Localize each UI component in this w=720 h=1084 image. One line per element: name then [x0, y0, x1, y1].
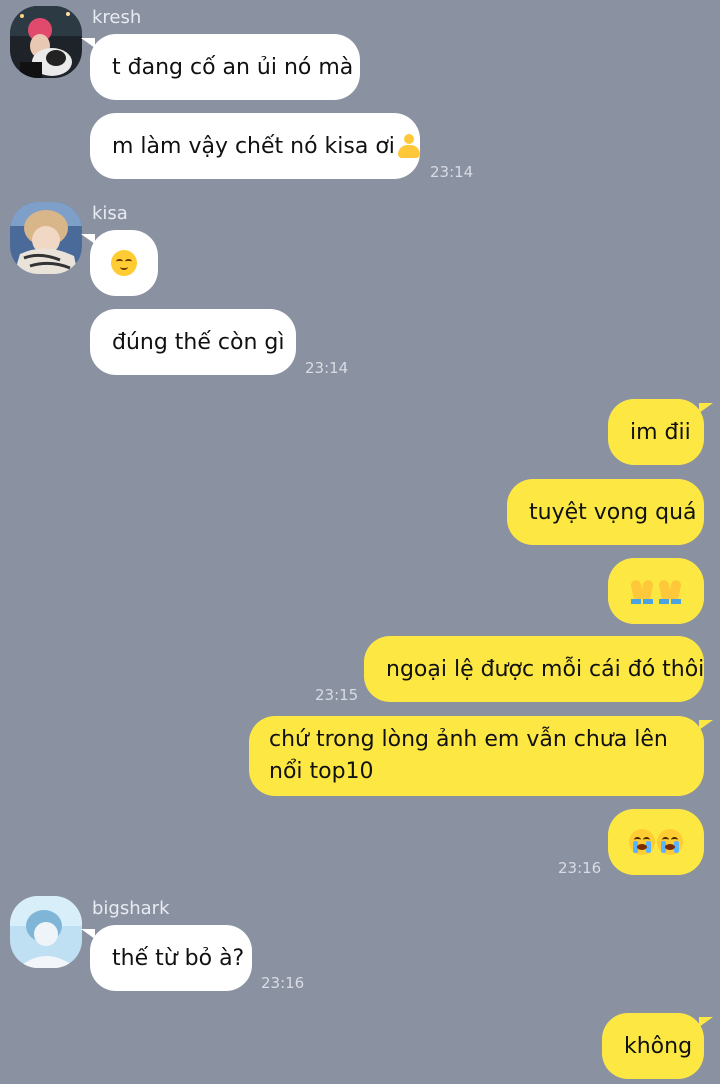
message-text: thế từ bỏ à? — [112, 945, 245, 971]
message-text: m làm vậy chết nó kisa ơi — [112, 133, 395, 159]
avatar-kisa[interactable] — [10, 202, 82, 274]
timestamp: 23:16 — [261, 974, 305, 992]
message-text: đúng thế còn gì — [112, 329, 285, 355]
folded-hands-emoji — [658, 578, 682, 604]
avatar-bigshark[interactable] — [10, 896, 82, 968]
message-text: ngoại lệ được mỗi cái đó thôi — [386, 656, 705, 682]
loudly-crying-face-emoji — [629, 829, 655, 855]
message-text: tuyệt vọng quá — [529, 499, 697, 525]
relieved-face-emoji — [111, 250, 137, 276]
chat-area[interactable]: kresh t đang cố an ủi nó mà m làm vậy ch… — [0, 0, 720, 1084]
message-text: không — [624, 1033, 693, 1059]
message-text: chứ trong lòng ảnh em vẫn chưa lên nổi t… — [269, 727, 668, 784]
message-bubble[interactable]: t đang cố an ủi nó mà — [81, 34, 360, 100]
loudly-crying-face-emoji — [657, 829, 683, 855]
timestamp: 23:16 — [558, 859, 602, 877]
message-bubble[interactable]: ngoại lệ được mỗi cái đó thôi — [364, 636, 704, 702]
message-bubble[interactable]: m làm vậy chết nó kisa ơi — [90, 113, 420, 179]
message-text: im đii — [630, 419, 691, 445]
message-bubble[interactable]: chứ trong lòng ảnh em vẫn chưa lên nổi t… — [249, 716, 713, 796]
timestamp: 23:14 — [305, 359, 349, 377]
sender-name-kresh: kresh — [92, 7, 142, 28]
message-bubble[interactable]: đúng thế còn gì — [90, 309, 296, 375]
person-in-lotus-emoji — [397, 133, 420, 159]
message-bubble[interactable]: không — [602, 1013, 713, 1079]
sender-name-bigshark: bigshark — [92, 898, 170, 919]
timestamp: 23:15 — [315, 686, 359, 704]
message-bubble[interactable] — [608, 558, 704, 624]
message-bubble[interactable]: thế từ bỏ à? — [81, 925, 252, 991]
message-bubble[interactable] — [608, 809, 704, 875]
message-bubble[interactable]: tuyệt vọng quá — [507, 479, 704, 545]
message-bubble[interactable] — [81, 230, 158, 296]
message-text: t đang cố an ủi nó mà — [112, 54, 354, 80]
avatar-kresh[interactable] — [10, 6, 82, 78]
timestamp: 23:14 — [430, 163, 474, 181]
sender-name-kisa: kisa — [92, 203, 128, 224]
folded-hands-emoji — [630, 578, 654, 604]
message-bubble[interactable]: im đii — [608, 399, 713, 465]
